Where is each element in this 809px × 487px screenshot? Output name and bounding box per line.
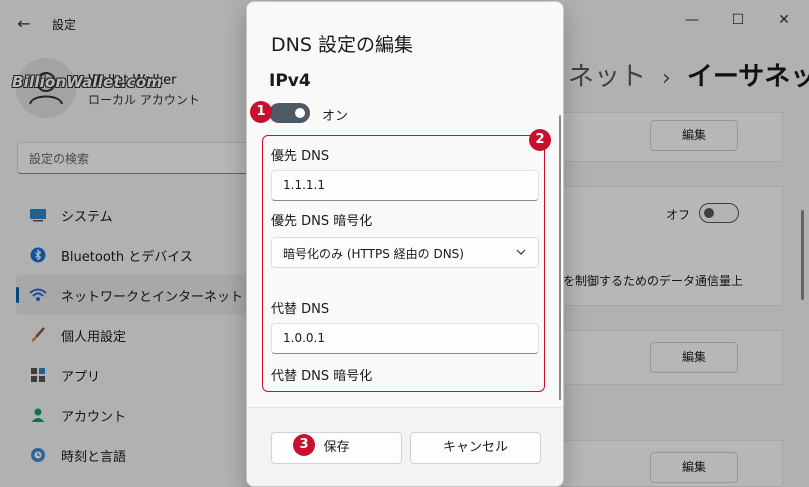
step-3-badge: 3	[293, 434, 315, 456]
cancel-button[interactable]: キャンセル	[410, 432, 541, 464]
preferred-dns-label: 優先 DNS	[271, 149, 330, 164]
chevron-down-icon	[516, 249, 526, 255]
preferred-dns-encryption-select[interactable]: 暗号化のみ (HTTPS 経由の DNS)	[271, 237, 539, 268]
alternate-dns-encryption-label: 代替 DNS 暗号化	[271, 369, 373, 384]
step-2-badge: 2	[529, 129, 551, 151]
dns-settings-dialog: DNS 設定の編集 IPv4 オン 優先 DNS 1.1.1.1 優先 DNS …	[246, 1, 564, 487]
dialog-scrollbar[interactable]	[559, 115, 561, 400]
step-1-badge: 1	[250, 101, 272, 123]
select-value: 暗号化のみ (HTTPS 経由の DNS)	[283, 247, 464, 261]
ipv4-toggle[interactable]	[269, 103, 310, 123]
preferred-dns-encryption-label: 優先 DNS 暗号化	[271, 214, 373, 229]
alternate-dns-input[interactable]: 1.0.0.1	[271, 323, 539, 354]
ipv4-heading: IPv4	[269, 71, 311, 91]
preferred-dns-input[interactable]: 1.1.1.1	[271, 170, 539, 201]
save-button[interactable]: 保存	[271, 432, 402, 464]
dialog-title: DNS 設定の編集	[271, 34, 413, 56]
ipv4-toggle-label: オン	[322, 109, 349, 124]
alternate-dns-label: 代替 DNS	[271, 302, 330, 317]
